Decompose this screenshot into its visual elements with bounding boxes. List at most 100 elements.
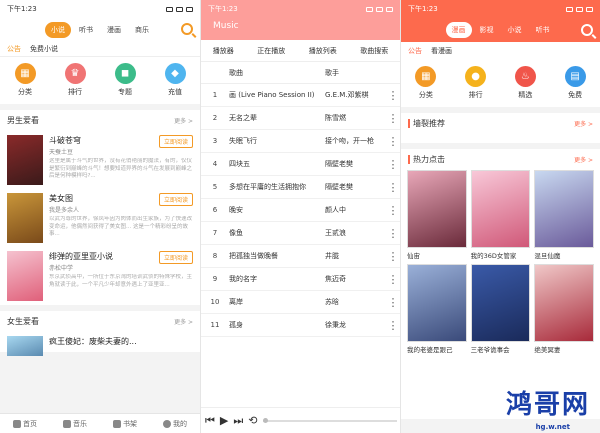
more-link[interactable]: 更多 > bbox=[174, 116, 193, 125]
tab-audiobook[interactable]: 听书 bbox=[73, 22, 99, 38]
more-link[interactable]: 更多 > bbox=[574, 119, 593, 128]
more-link[interactable]: 更多 > bbox=[574, 155, 593, 164]
grid-icon: ▦ bbox=[14, 63, 36, 84]
song-singer: 接个吻，开一枪 bbox=[325, 137, 374, 145]
tab-song-search[interactable]: 歌曲搜索 bbox=[360, 46, 388, 56]
more-options-icon[interactable]: ⋮ bbox=[386, 320, 400, 331]
song-singer: 陈雪燃 bbox=[325, 114, 346, 122]
watermark-logo: 鸿哥网 bbox=[505, 390, 590, 420]
progress-bar[interactable] bbox=[262, 417, 397, 423]
nav-home[interactable]: 首页 bbox=[13, 419, 37, 429]
song-row[interactable]: 6 晚安 颜人中 ⋮ bbox=[201, 199, 400, 222]
song-row[interactable]: 4 四块五 隔壁老樊 ⋮ bbox=[201, 153, 400, 176]
quick-link-ranking[interactable]: ● 排行 bbox=[465, 66, 487, 100]
status-icons bbox=[166, 6, 193, 12]
notice-text[interactable]: 看漫画 bbox=[431, 46, 452, 56]
more-options-icon[interactable]: ⋮ bbox=[386, 297, 400, 308]
read-now-button[interactable]: 立即阅读 bbox=[158, 251, 193, 264]
tab-comic[interactable]: 漫画 bbox=[445, 22, 472, 38]
play-icon[interactable]: ▶ bbox=[220, 414, 228, 427]
book-item[interactable]: 绯弹的亚里亚小说 赤松中学 东京武侦高中，一所位于东京湾的培训武侦的特殊学校，主… bbox=[0, 247, 200, 305]
status-bar: 下午1:23 bbox=[401, 0, 600, 18]
notice-text[interactable]: 免费小说 bbox=[30, 44, 58, 54]
comic-cover bbox=[407, 170, 467, 248]
category-tabs: 小说 听书 漫画 商乐 bbox=[45, 21, 155, 38]
column-song: 歌曲 bbox=[229, 68, 243, 77]
more-options-icon[interactable]: ⋮ bbox=[386, 182, 400, 193]
quick-link-free[interactable]: ▤ 免费 bbox=[564, 66, 586, 100]
song-singer: 徐秉龙 bbox=[325, 321, 346, 329]
quick-link-category[interactable]: ▦ 分类 bbox=[415, 66, 437, 100]
book-description: 这里是属于斗气的世界，没有花俏艳丽的魔法，有的，仅仅是繁衍到巅峰的斗气！想要知道… bbox=[49, 158, 193, 179]
repeat-icon[interactable]: ⟲ bbox=[248, 414, 257, 427]
song-row[interactable]: 9 我的名字 焦迈奇 ⋮ bbox=[201, 268, 400, 291]
song-row[interactable]: 5 多想在平庸的生活拥抱你 隔壁老樊 ⋮ bbox=[201, 176, 400, 199]
read-now-button[interactable]: 立即阅读 bbox=[158, 135, 193, 148]
column-singer: 歌手 bbox=[325, 68, 339, 77]
more-options-icon[interactable]: ⋮ bbox=[386, 159, 400, 170]
tab-comic[interactable]: 漫画 bbox=[101, 22, 127, 38]
more-link[interactable]: 更多 > bbox=[174, 317, 193, 326]
tab-playlist[interactable]: 播放列表 bbox=[309, 46, 337, 56]
song-singer: 隔壁老樊 bbox=[325, 160, 353, 168]
tab-audiobook[interactable]: 听书 bbox=[530, 22, 556, 38]
song-row[interactable]: 7 像鱼 王贰浪 ⋮ bbox=[201, 222, 400, 245]
song-row[interactable]: 2 无名之辈 陈雪燃 ⋮ bbox=[201, 107, 400, 130]
book-cover bbox=[7, 193, 43, 243]
comic-item[interactable]: 三老爷诡事会 bbox=[470, 264, 531, 354]
song-row[interactable]: 1 画 (Live Piano Session II) G.E.M.邓紫棋 ⋮ bbox=[201, 84, 400, 107]
previous-icon[interactable]: ⏮ bbox=[205, 414, 215, 428]
more-options-icon[interactable]: ⋮ bbox=[386, 205, 400, 216]
next-icon[interactable]: ⏭ bbox=[233, 414, 243, 428]
comic-item[interactable]: 我的36D女管家 bbox=[470, 170, 531, 260]
comic-item[interactable]: 仙宙 bbox=[407, 170, 467, 260]
book-item[interactable]: 疯王傻妃：废柴夫妻的... bbox=[0, 332, 200, 356]
tab-now-playing[interactable]: 正在播放 bbox=[257, 46, 285, 56]
song-row[interactable]: 8 把孤独当做晚餐 井胧 ⋮ bbox=[201, 245, 400, 268]
quick-link-topics[interactable]: ◼ 专题 bbox=[114, 63, 136, 97]
section-title: 男生爱看 bbox=[7, 116, 39, 125]
tab-music[interactable]: 商乐 bbox=[129, 22, 155, 38]
quick-link-featured[interactable]: ♨ 精选 bbox=[514, 66, 536, 100]
quick-link-label: 分类 bbox=[18, 88, 32, 96]
more-options-icon[interactable]: ⋮ bbox=[386, 228, 400, 239]
more-options-icon[interactable]: ⋮ bbox=[386, 251, 400, 262]
song-row[interactable]: 10 离岸 苏晗 ⋮ bbox=[201, 291, 400, 314]
comic-item[interactable]: 我的老婆是跟己 bbox=[407, 264, 467, 354]
search-icon[interactable] bbox=[181, 23, 193, 35]
section-title: 墙裂推荐 bbox=[408, 118, 445, 129]
song-number: 1 bbox=[212, 91, 218, 99]
more-options-icon[interactable]: ⋮ bbox=[386, 274, 400, 285]
status-time: 下午1:23 bbox=[408, 5, 438, 13]
nav-shelf[interactable]: 书架 bbox=[113, 419, 137, 429]
tab-novel[interactable]: 小说 bbox=[502, 22, 528, 38]
song-number: 9 bbox=[212, 275, 218, 283]
book-item[interactable]: 美女图 我是多余人 以武为尊的世界，徐凤年因为肉体而出生家族，为了快速改变命运，… bbox=[0, 189, 200, 247]
song-title: 多想在平庸的生活拥抱你 bbox=[229, 183, 306, 191]
quick-link-category[interactable]: ▦ 分类 bbox=[14, 63, 36, 97]
tab-video[interactable]: 影视 bbox=[474, 22, 500, 38]
comic-item[interactable]: 绝美冥妻 bbox=[534, 264, 594, 354]
bookshelf-icon bbox=[113, 419, 121, 428]
book-description: 东京武侦高中，一所位于东京湾的培训武侦的特殊学校，主角就读于此，一个平凡少年却意… bbox=[49, 274, 193, 288]
song-row[interactable]: 11 孤身 徐秉龙 ⋮ bbox=[201, 314, 400, 337]
status-bar: 下午1:23 bbox=[201, 0, 400, 18]
search-icon[interactable] bbox=[581, 24, 593, 36]
tab-player[interactable]: 播放器 bbox=[213, 46, 234, 56]
quick-link-ranking[interactable]: ♛ 排行 bbox=[64, 63, 86, 97]
tab-novel[interactable]: 小说 bbox=[45, 21, 71, 38]
book-item[interactable]: 斗破苍穹 天蚕土豆 这里是属于斗气的世界，没有花俏艳丽的魔法，有的，仅仅是繁衍到… bbox=[0, 131, 200, 189]
nav-music[interactable]: 音乐 bbox=[63, 419, 87, 429]
comic-item[interactable]: 混旦仙魔 bbox=[534, 170, 594, 260]
song-row[interactable]: 3 失眠飞行 接个吻，开一枪 ⋮ bbox=[201, 130, 400, 153]
nav-mine[interactable]: 我的 bbox=[163, 419, 187, 429]
trophy-icon: ♛ bbox=[64, 63, 86, 84]
more-options-icon[interactable]: ⋮ bbox=[386, 90, 400, 101]
quick-link-recharge[interactable]: ◆ 充值 bbox=[164, 63, 186, 97]
more-options-icon[interactable]: ⋮ bbox=[386, 136, 400, 147]
status-icons bbox=[366, 6, 393, 12]
more-options-icon[interactable]: ⋮ bbox=[386, 113, 400, 124]
home-icon bbox=[13, 419, 21, 428]
music-header: Music bbox=[201, 18, 400, 40]
read-now-button[interactable]: 立即阅读 bbox=[158, 193, 193, 206]
